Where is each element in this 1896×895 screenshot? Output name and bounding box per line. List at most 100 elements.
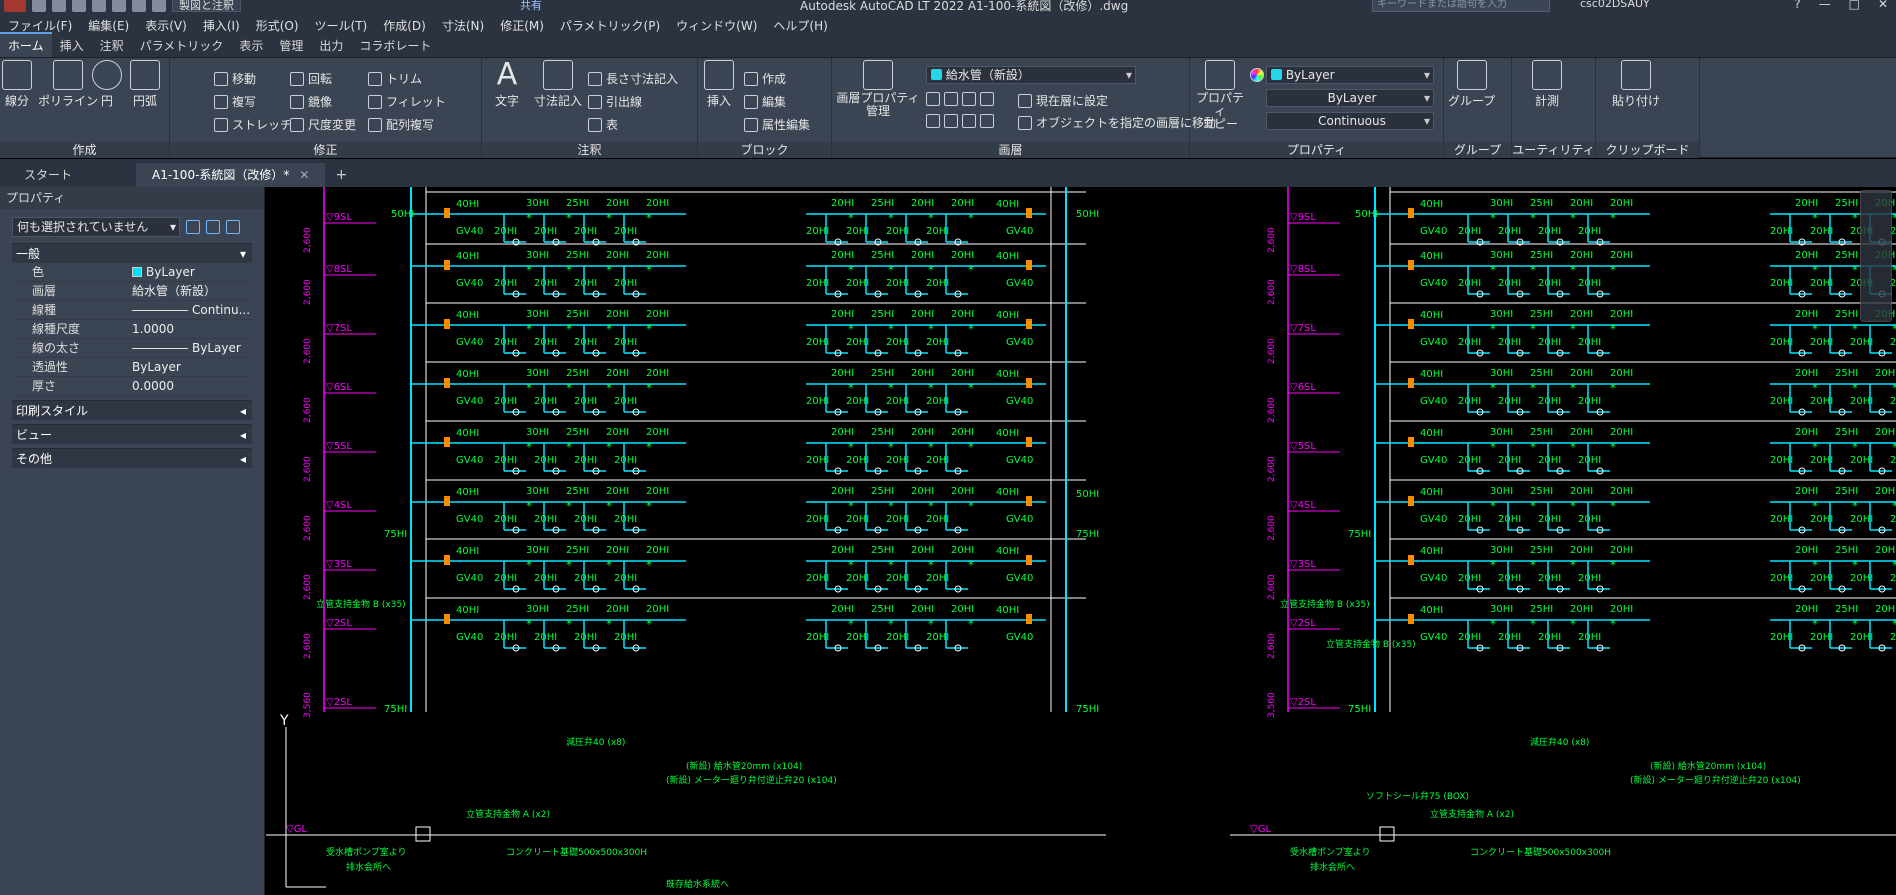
menu-10[interactable]: ウィンドウ(W): [668, 17, 765, 34]
mirror-button[interactable]: 鏡像: [290, 93, 332, 110]
menu-2[interactable]: 表示(V): [137, 17, 195, 34]
schematic-drawing[interactable]: ▽9SL 2,600 ▽8SL 2,600 ▽7SL 2,600 ▽6SL 2,600 ▽5SL…: [266, 187, 1896, 895]
panel-annotation-title[interactable]: 注釈: [482, 142, 697, 158]
app-menu-icon[interactable]: [4, 0, 26, 12]
menu-11[interactable]: ヘルプ(H): [765, 17, 835, 34]
ribbon-tab-7[interactable]: コラボレート: [351, 34, 439, 57]
panel-groups-title[interactable]: グループ: [1444, 142, 1511, 158]
panel-block-title[interactable]: ブロック: [698, 142, 831, 158]
ribbon-tab-2[interactable]: 注釈: [92, 34, 132, 57]
menu-8[interactable]: 修正(M): [492, 17, 552, 34]
group-button[interactable]: グループ: [1448, 60, 1495, 109]
linear-dim-button[interactable]: 長さ寸法記入: [588, 70, 678, 87]
section-1[interactable]: ビュー ◂: [12, 424, 252, 444]
menu-7[interactable]: 寸法(N): [434, 17, 492, 34]
insert-button[interactable]: 挿入: [704, 60, 734, 109]
match-properties-button[interactable]: プロパティ コピー: [1194, 60, 1246, 131]
layer-tool-icon[interactable]: [962, 92, 976, 106]
copy-button[interactable]: 複写: [214, 93, 256, 110]
save-icon[interactable]: [72, 0, 86, 12]
fillet-button[interactable]: フィレット: [368, 93, 446, 110]
stretch-button[interactable]: ストレッチ: [214, 116, 292, 133]
drawing-canvas[interactable]: ▽9SL 2,600 ▽8SL 2,600 ▽7SL 2,600 ▽6SL 2,600 ▽5SL…: [266, 187, 1896, 895]
undo-icon[interactable]: [132, 0, 146, 12]
help-icon[interactable]: ?: [1794, 0, 1800, 11]
property-value[interactable]: 給水管（新設）: [132, 282, 252, 300]
block-edit-button[interactable]: 編集: [744, 93, 786, 110]
leader-button[interactable]: 引出線: [588, 93, 642, 110]
property-row[interactable]: 画層 給水管（新設）: [12, 282, 252, 301]
property-value[interactable]: Continu...: [132, 301, 252, 319]
scale-button[interactable]: 尺度変更: [290, 116, 356, 133]
color-wheel-icon[interactable]: [1250, 68, 1264, 82]
match-layer-button[interactable]: オブジェクトを指定の画層に移動: [1018, 114, 1216, 131]
move-button[interactable]: 移動: [214, 70, 256, 87]
layer-tool-icon[interactable]: [962, 114, 976, 128]
layer-combo[interactable]: 給水管（新設）: [926, 66, 1136, 84]
tab-start[interactable]: スタート: [0, 163, 136, 187]
property-row[interactable]: 線の太さ ByLayer: [12, 339, 252, 358]
property-row[interactable]: 厚さ 0.0000: [12, 377, 252, 396]
color-combo[interactable]: ByLayer: [1266, 66, 1434, 84]
layer-tool-icon[interactable]: [926, 92, 940, 106]
text-button[interactable]: A 文字: [492, 60, 522, 109]
property-row[interactable]: 線種尺度 1.0000: [12, 320, 252, 339]
dimension-button[interactable]: 寸法記入: [534, 60, 582, 109]
menu-1[interactable]: 編集(E): [80, 17, 137, 34]
share-button[interactable]: 共有: [520, 0, 542, 13]
trim-button[interactable]: トリム: [368, 70, 422, 87]
property-value[interactable]: ByLayer: [132, 339, 252, 357]
attedit-button[interactable]: 属性編集: [744, 116, 810, 133]
paste-button[interactable]: 貼り付け: [1612, 60, 1660, 109]
ribbon-tab-1[interactable]: 挿入: [52, 34, 92, 57]
ribbon-tab-5[interactable]: 管理: [271, 34, 311, 57]
layer-tool-icon[interactable]: [944, 114, 958, 128]
arc-button[interactable]: 円弧: [130, 60, 160, 109]
navigation-bar[interactable]: [1860, 190, 1892, 322]
panel-modify-title[interactable]: 修正: [170, 142, 481, 158]
property-row[interactable]: 色 ByLayer: [12, 263, 252, 282]
tab-active-drawing[interactable]: A1-100-系統図（改修）* ✕: [136, 163, 326, 187]
lineweight-combo[interactable]: ByLayer: [1266, 89, 1434, 107]
menu-9[interactable]: パラメトリック(P): [552, 17, 668, 34]
section-general[interactable]: 一般 ▾: [12, 243, 252, 263]
layer-properties-button[interactable]: 画層プロパティ 管理: [836, 60, 920, 118]
search-input[interactable]: キーワードまたは語句を入力: [1372, 0, 1550, 12]
quick-select-icon[interactable]: [226, 220, 240, 234]
plot-icon[interactable]: [112, 0, 126, 12]
panel-properties-title[interactable]: プロパティ: [1190, 142, 1443, 158]
close-icon[interactable]: ✕: [1878, 0, 1888, 11]
saveas-icon[interactable]: [92, 0, 106, 12]
circle-button[interactable]: 円: [92, 60, 122, 109]
menu-0[interactable]: ファイル(F): [0, 17, 80, 34]
property-row[interactable]: 線種 Continu...: [12, 301, 252, 320]
ribbon-tab-0[interactable]: ホーム: [0, 32, 52, 57]
layer-tool-icon[interactable]: [944, 92, 958, 106]
new-icon[interactable]: [32, 0, 46, 12]
property-value[interactable]: 1.0000: [132, 320, 252, 338]
ribbon-tab-6[interactable]: 出力: [311, 34, 351, 57]
ribbon-tab-4[interactable]: 表示: [231, 34, 271, 57]
menu-5[interactable]: ツール(T): [307, 17, 376, 34]
section-2[interactable]: その他 ◂: [12, 448, 252, 468]
workspace-select[interactable]: 製図と注釈: [172, 0, 241, 12]
property-value[interactable]: 0.0000: [132, 377, 252, 395]
linetype-combo[interactable]: Continuous: [1266, 112, 1434, 130]
property-value[interactable]: ByLayer: [132, 263, 252, 281]
array-button[interactable]: 配列複写: [368, 116, 434, 133]
measure-button[interactable]: 計測: [1532, 60, 1562, 109]
section-0[interactable]: 印刷スタイル ◂: [12, 400, 252, 420]
selection-select[interactable]: 何も選択されていません: [12, 217, 180, 237]
polyline-button[interactable]: ポリライン: [38, 60, 98, 109]
minimize-icon[interactable]: —: [1819, 0, 1831, 11]
maximize-icon[interactable]: □: [1849, 0, 1860, 11]
toggle-pickadd-icon[interactable]: [186, 220, 200, 234]
redo-icon[interactable]: [152, 0, 166, 12]
layer-tool-icon[interactable]: [980, 114, 994, 128]
table-button[interactable]: 表: [588, 116, 618, 133]
menu-6[interactable]: 作成(D): [375, 17, 434, 34]
property-value[interactable]: ByLayer: [132, 358, 252, 376]
panel-utilities-title[interactable]: ユーティリティ: [1512, 142, 1595, 158]
menu-4[interactable]: 形式(O): [248, 17, 307, 34]
panel-draw-title[interactable]: 作成: [0, 142, 169, 158]
